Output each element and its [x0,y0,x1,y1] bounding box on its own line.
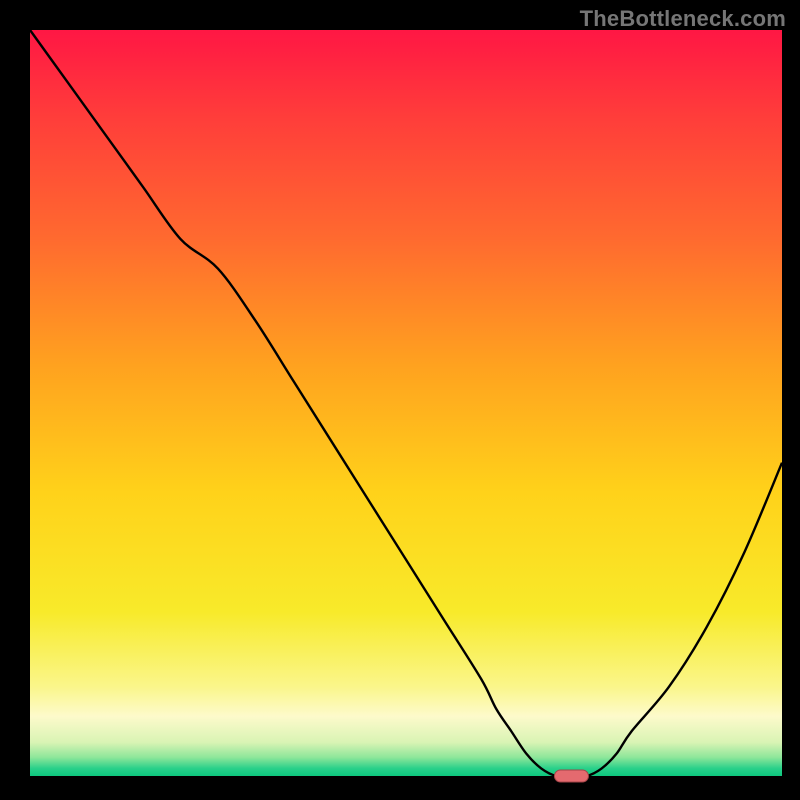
chart-frame: { "watermark": "TheBottleneck.com", "col… [0,0,800,800]
gradient-background [30,30,782,776]
optimal-marker [554,770,588,782]
bottleneck-chart [0,0,800,800]
